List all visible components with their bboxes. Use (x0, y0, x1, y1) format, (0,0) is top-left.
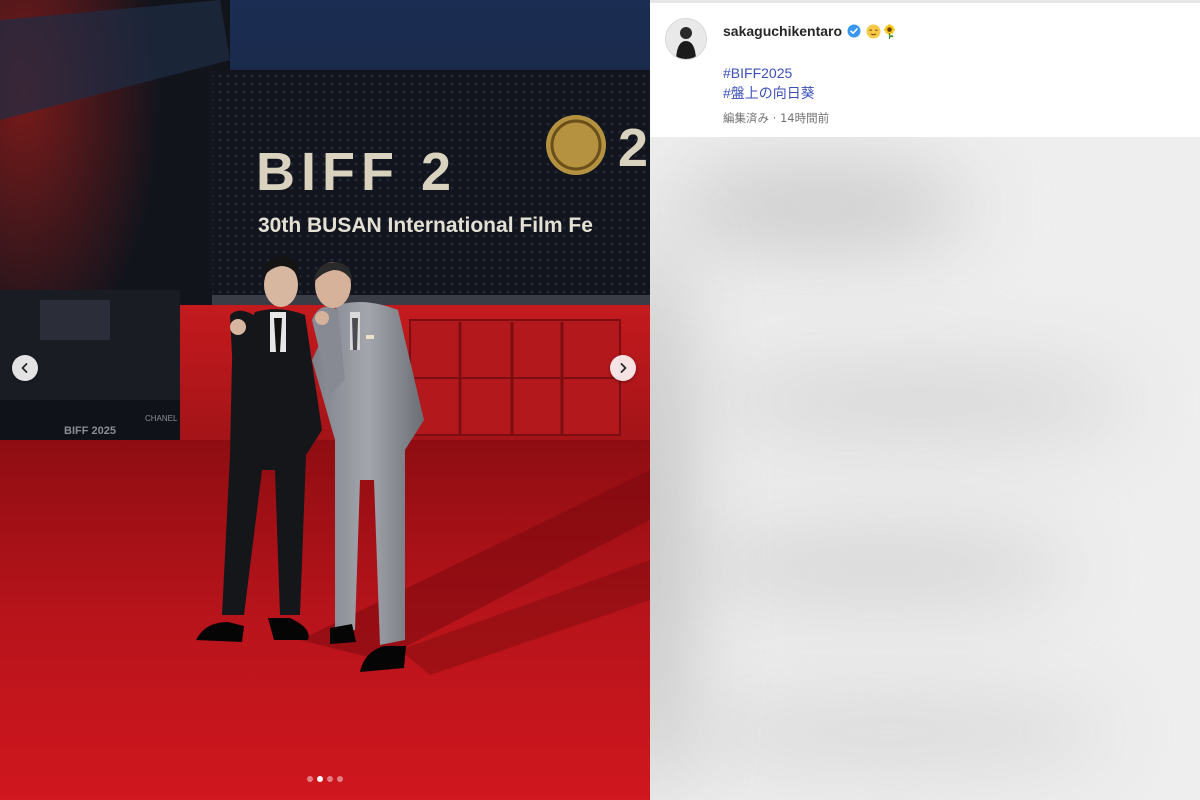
username-link[interactable]: sakaguchikentaro (723, 23, 842, 39)
hashtag-link[interactable]: #盤上の向日葵 (723, 83, 815, 103)
carousel-dot (337, 776, 343, 782)
post-photo[interactable]: BIFF 2 2 30th BUSAN International Film F… (0, 0, 650, 800)
post-time[interactable]: 14時間前 (780, 111, 829, 125)
sign-sub-text: 30th BUSAN International Film Fe (258, 214, 593, 237)
carousel-next-button[interactable] (610, 355, 636, 381)
chevron-right-icon (620, 363, 627, 373)
post-caption-panel: sakaguchikentaro #BIFF2025 #盤上の向日葵 編集済み … (650, 0, 1200, 137)
side-sign-text: BIFF 2025 (64, 425, 116, 437)
verified-badge-icon (847, 24, 861, 38)
hashtag-link[interactable]: #BIFF2025 (723, 63, 815, 83)
sign-main-text: BIFF 2 (256, 142, 457, 202)
sign-trail-text: 2 (618, 118, 648, 178)
carousel-dot (327, 776, 333, 782)
edited-label: 編集済み (723, 111, 769, 125)
chevron-left-icon (21, 363, 28, 373)
carousel-dot (307, 776, 313, 782)
photo-scene: BIFF 2 2 30th BUSAN International Film F… (0, 0, 650, 800)
post-author-row: sakaguchikentaro (723, 23, 897, 39)
avatar[interactable] (665, 18, 707, 60)
instagram-post-view: BIFF 2 2 30th BUSAN International Film F… (0, 0, 1200, 800)
meta-separator: · (772, 111, 777, 125)
side-brand-text: CHANEL (145, 414, 178, 423)
korean-emblem-icon (546, 115, 606, 175)
caption-emojis (866, 23, 897, 39)
carousel-indicator (0, 776, 650, 782)
carousel-prev-button[interactable] (12, 355, 38, 381)
post-meta: 編集済み · 14時間前 (723, 110, 829, 126)
sunflower-icon (884, 23, 895, 39)
profile-photo-icon (666, 19, 706, 59)
caption-hashtags: #BIFF2025 #盤上の向日葵 (723, 63, 815, 103)
blurred-comments-area (650, 137, 1200, 800)
carousel-dot (317, 776, 323, 782)
relieved-face-icon (866, 23, 881, 39)
